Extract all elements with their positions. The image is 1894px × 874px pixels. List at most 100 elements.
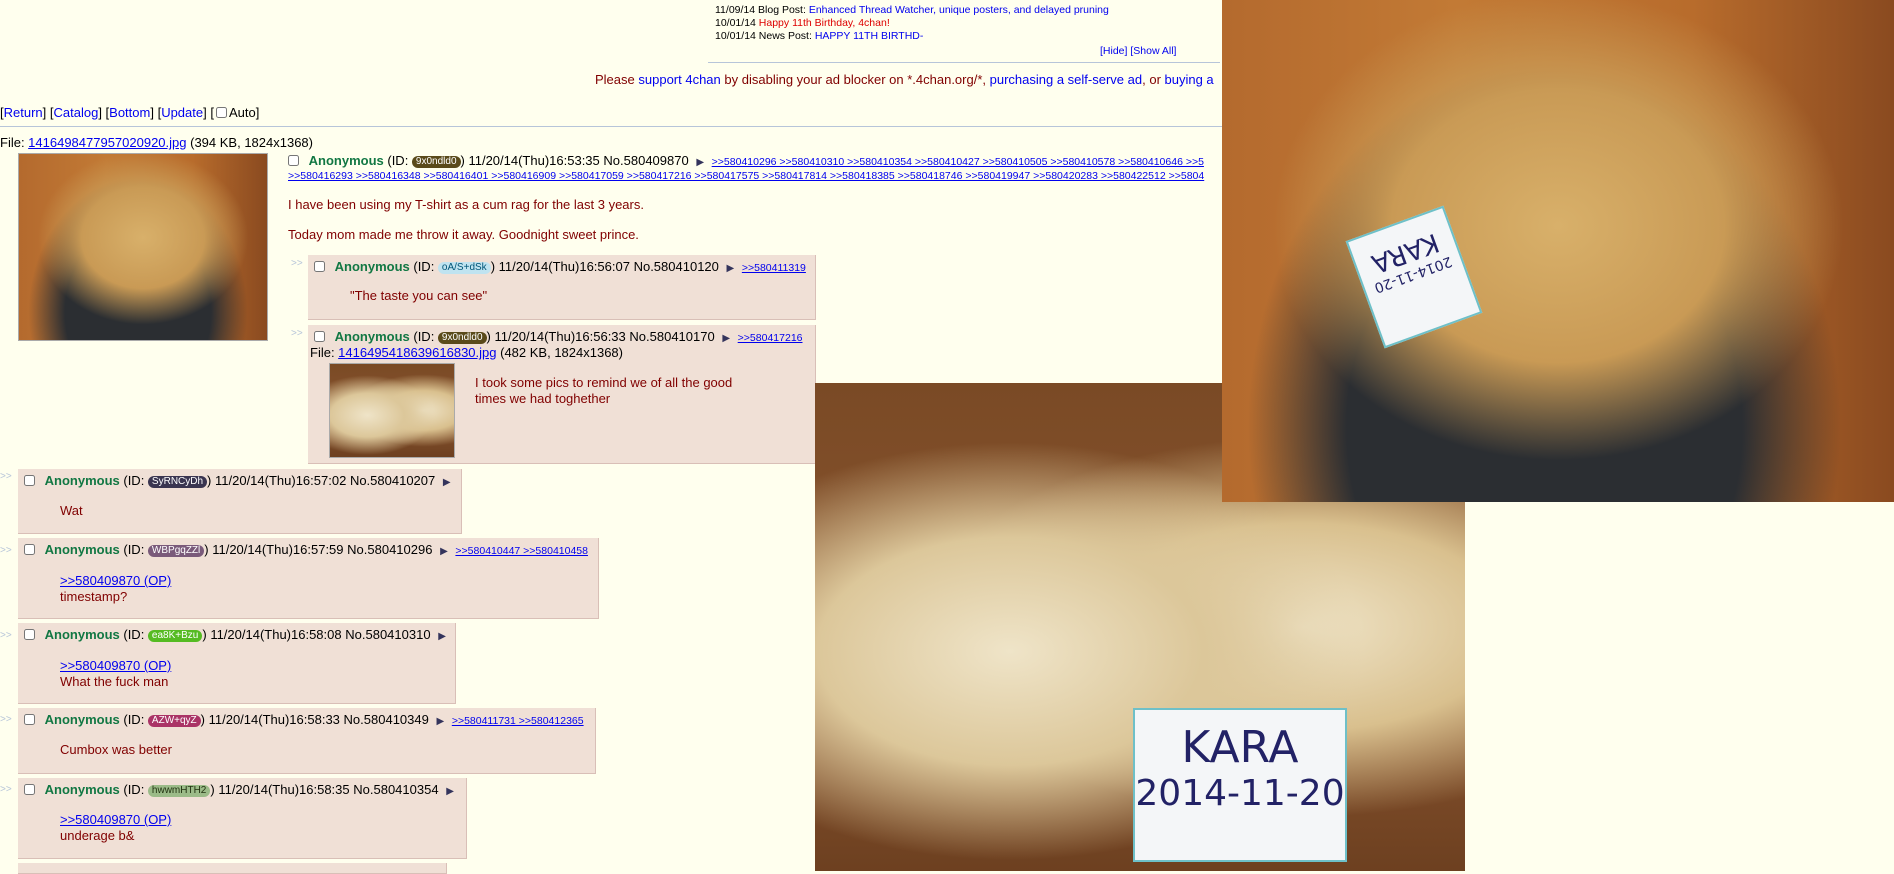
post-number[interactable]: No.580410354 [353,782,438,797]
reply-post: Anonymous (ID: WBPgqZZl) 11/20/14(Thu)16… [18,538,599,619]
buying-link[interactable]: buying a [1165,72,1214,87]
poster-id[interactable]: WBPgqZZl [147,545,205,557]
divider [0,126,1222,127]
update-link[interactable]: Update [161,105,203,120]
reply-backlinks[interactable]: >>580410447 >>580410458 [455,545,588,557]
post-number[interactable]: No.580409870 [603,153,688,168]
menu-arrow-icon[interactable]: ▶ [446,786,454,797]
divider [708,62,1220,63]
reply-checkbox[interactable] [314,261,325,272]
support-link[interactable]: support 4chan [638,72,720,87]
reply-header: Anonymous (ID: AZW+qyZ) 11/20/14(Thu)16:… [24,712,584,727]
post-datetime: 11/20/14(Thu)16:53:35 [468,153,600,168]
post-datetime: 11/20/14(Thu)16:57:59 [212,542,344,557]
reply-checkbox[interactable] [314,331,325,342]
op-checkbox[interactable] [288,155,299,166]
poster-id[interactable]: hwwmHTH2 [147,785,211,797]
auto-update-checkbox[interactable] [215,107,227,118]
post-datetime: 11/20/14(Thu)16:57:02 [215,473,347,488]
side-arrows: >> [0,545,12,556]
op-quote-link[interactable]: >>580409870 (OP) [60,658,171,674]
post-datetime: 11/20/14(Thu)16:58:35 [218,782,350,797]
reply-post: Anonymous (ID: oA/S+dSk) 11/20/14(Thu)16… [308,255,816,320]
catalog-link[interactable]: Catalog [54,105,99,120]
poster-id[interactable]: AZW+qyZ [147,715,201,727]
reply-post-partial [18,863,447,874]
op-quote-link[interactable]: >>580409870 (OP) [60,573,171,589]
post-datetime: 11/20/14(Thu)16:56:07 [498,259,630,274]
reply-header: Anonymous (ID: hwwmHTH2) 11/20/14(Thu)16… [24,782,458,797]
menu-arrow-icon[interactable]: ▶ [722,333,730,344]
op-thumbnail[interactable] [18,153,268,341]
reply-backlinks[interactable]: >>580411731 >>580412365 [452,715,584,727]
menu-arrow-icon[interactable]: ▶ [436,716,444,727]
op-quote-link[interactable]: >>580409870 (OP) [60,812,171,828]
expanded-image-shirt[interactable]: KARA 2014-11-20 [1222,0,1894,502]
post-datetime: 11/20/14(Thu)16:58:08 [210,627,342,642]
side-arrows: >> [291,328,303,339]
poster-name: Anonymous [44,782,120,797]
menu-arrow-icon[interactable]: ▶ [438,631,446,642]
poster-name: Anonymous [308,153,384,168]
return-link[interactable]: Return [4,105,43,120]
op-file-link[interactable]: 1416498477957020920.jpg [28,135,186,150]
reply-backlinks[interactable]: >>580411319 [742,262,806,274]
menu-arrow-icon[interactable]: ▶ [696,157,704,168]
menu-arrow-icon[interactable]: ▶ [440,546,448,557]
reply-message: "The taste you can see" [350,288,488,303]
reply-thumbnail[interactable] [329,363,455,458]
show-all-news-link[interactable]: [Show All] [1130,45,1176,57]
poster-name: Anonymous [44,473,120,488]
reply-checkbox[interactable] [24,714,35,725]
poster-id[interactable]: 9x0ndld0 [437,332,487,344]
poster-id[interactable]: oA/S+dSk [437,262,491,274]
reply-checkbox[interactable] [24,629,35,640]
poster-name: Anonymous [44,712,120,727]
post-datetime: 11/20/14(Thu)16:58:33 [208,712,340,727]
reply-header: Anonymous (ID: WBPgqZZl) 11/20/14(Thu)16… [24,542,588,557]
post-number[interactable]: No.580410296 [347,542,432,557]
reply-backlinks[interactable]: >>580417216 [738,332,803,344]
menu-arrow-icon[interactable]: ▶ [443,477,451,488]
bottom-link[interactable]: Bottom [109,105,150,120]
news-item[interactable]: 10/01/14 Happy 11th Birthday, 4chan! [715,17,1109,30]
reply-message: I took some pics to remind we of all the… [475,375,733,406]
post-number[interactable]: No.580410170 [629,329,714,344]
poster-id[interactable]: SyRNCyDh [147,476,208,488]
post-number[interactable]: No.580410310 [345,627,430,642]
op-backlinks-row2[interactable]: >>580416293 >>580416348 >>580416401 >>58… [288,170,1204,182]
hide-news-link[interactable]: [Hide] [1100,45,1127,57]
op-message-line: Today mom made me throw it away. Goodnig… [288,227,639,242]
reply-message: >>580409870 (OP) What the fuck man [60,658,172,689]
reply-post: Anonymous (ID: SyRNCyDh) 11/20/14(Thu)16… [18,469,462,534]
thread-nav: [Return] [Catalog] [Bottom] [Update] [Au… [0,105,260,120]
op-backlinks[interactable]: >>580410296 >>580410310 >>580410354 >>58… [712,156,1204,168]
post-number[interactable]: No.580410349 [344,712,429,727]
self-serve-ad-link[interactable]: purchasing a self-serve ad [990,72,1142,87]
poster-name: Anonymous [44,627,120,642]
poster-id[interactable]: 9x0ndld0 [411,156,461,168]
poster-name: Anonymous [44,542,120,557]
news-item[interactable]: 11/09/14 Blog Post: Enhanced Thread Watc… [715,4,1109,17]
side-arrows: >> [291,258,303,269]
reply-checkbox[interactable] [24,784,35,795]
menu-arrow-icon[interactable]: ▶ [727,263,735,274]
reply-post: Anonymous (ID: AZW+qyZ) 11/20/14(Thu)16:… [18,708,596,774]
ad-blocker-notice: Please support 4chan by disabling your a… [595,72,1214,87]
reply-header: Anonymous (ID: SyRNCyDh) 11/20/14(Thu)16… [24,473,455,488]
reply-message: Cumbox was better [60,742,172,757]
reply-message: Wat [60,503,83,518]
poster-name: Anonymous [334,259,410,274]
op-file-info: File: 1416498477957020920.jpg (394 KB, 1… [0,135,313,150]
poster-id[interactable]: ea8K+Bzu [147,630,203,642]
reply-file-link[interactable]: 1416495418639616830.jpg [338,345,496,360]
side-arrows: >> [0,784,12,795]
reply-checkbox[interactable] [24,544,35,555]
side-arrows: >> [0,714,12,725]
reply-message: >>580409870 (OP) timestamp? [60,573,172,604]
news-item[interactable]: 10/01/14 News Post: HAPPY 11TH BIRTHD- [715,30,1109,43]
post-number[interactable]: No.580410120 [634,259,719,274]
reply-checkbox[interactable] [24,475,35,486]
post-number[interactable]: No.580410207 [350,473,435,488]
op-message-line: I have been using my T-shirt as a cum ra… [288,197,644,212]
